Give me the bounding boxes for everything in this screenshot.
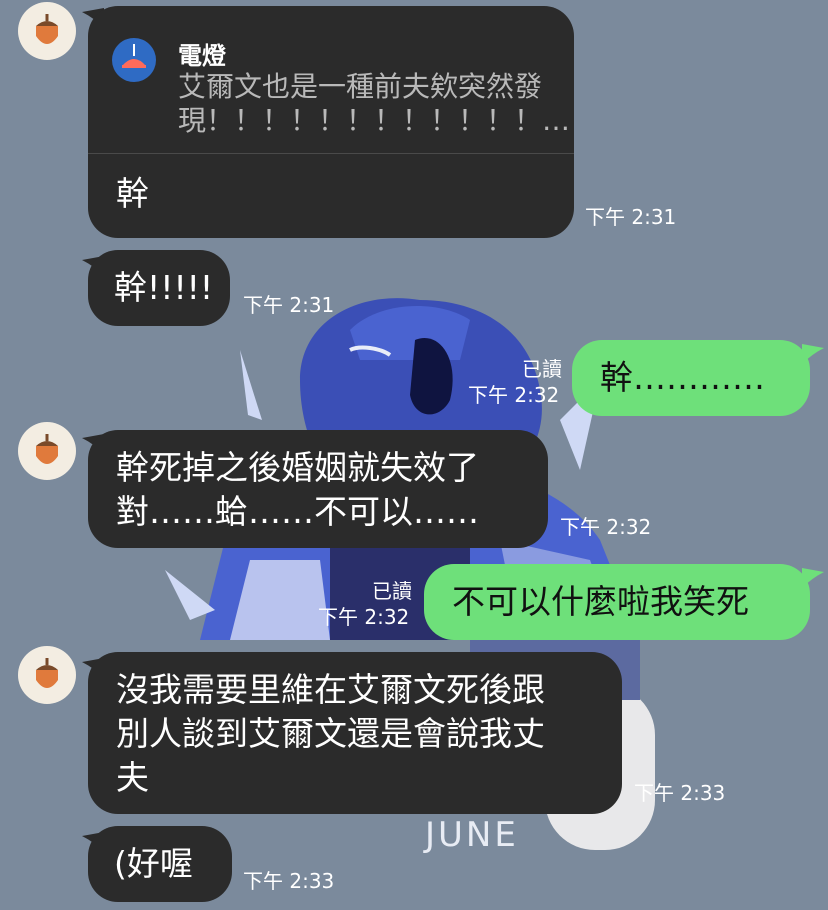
message-time: 下午 2:31 xyxy=(585,205,677,229)
reply-quote[interactable]: 電燈 艾爾文也是一種前夫欸突然發現！！！！！！！！！！！！… xyxy=(88,6,574,154)
acorn-icon xyxy=(36,434,58,464)
message-text: 幹 xyxy=(116,174,149,213)
message-bubble-outgoing[interactable]: 不可以什麼啦我笑死 xyxy=(424,564,810,640)
reply-text: 艾爾文也是一種前夫欸突然發現！！！！！！！！！！！！… xyxy=(178,70,571,137)
acorn-icon xyxy=(36,14,58,44)
message-text: 幹………… xyxy=(600,358,765,397)
message-time: 下午 2:32 xyxy=(560,515,652,539)
bubble-tail xyxy=(802,568,824,588)
message-bubble-outgoing[interactable]: 幹………… xyxy=(572,340,810,416)
message-time: 下午 2:32 xyxy=(468,383,560,407)
message-text: 沒我需要里維在艾爾文死後跟 別人談到艾爾文還是會說我丈 夫 xyxy=(116,670,545,797)
message-time: 下午 2:33 xyxy=(243,869,335,893)
reply-sender: 電燈 xyxy=(178,42,226,70)
avatar[interactable] xyxy=(18,422,76,480)
message-bubble-incoming[interactable]: (好喔 xyxy=(88,826,232,902)
watermark-text: JUNE xyxy=(425,815,519,855)
read-receipt: 已讀 xyxy=(372,579,412,603)
message-time: 下午 2:32 xyxy=(318,605,410,629)
message-text: 不可以什麼啦我笑死 xyxy=(452,582,749,621)
message-text: 幹死掉之後婚姻就失效了 對……蛤……不可以…… xyxy=(116,448,479,531)
message-bubble-incoming[interactable]: 幹!!!!! xyxy=(88,250,230,326)
avatar[interactable] xyxy=(18,646,76,704)
lamp-icon xyxy=(122,44,146,68)
message-bubble-incoming[interactable]: 沒我需要里維在艾爾文死後跟 別人談到艾爾文還是會說我丈 夫 xyxy=(88,652,622,814)
message-bubble-incoming[interactable]: 幹死掉之後婚姻就失效了 對……蛤……不可以…… xyxy=(88,430,548,548)
acorn-icon xyxy=(36,658,58,688)
message-bubble-incoming[interactable]: 電燈 艾爾文也是一種前夫欸突然發現！！！！！！！！！！！！… 幹 xyxy=(88,6,574,238)
reply-avatar xyxy=(112,38,156,82)
bubble-tail xyxy=(802,344,824,364)
avatar[interactable] xyxy=(18,2,76,60)
message-time: 下午 2:31 xyxy=(243,293,335,317)
message-time: 下午 2:33 xyxy=(634,781,726,805)
read-receipt: 已讀 xyxy=(522,357,562,381)
message-text: (好喔 xyxy=(114,844,193,883)
message-text: 幹!!!!! xyxy=(114,268,214,307)
